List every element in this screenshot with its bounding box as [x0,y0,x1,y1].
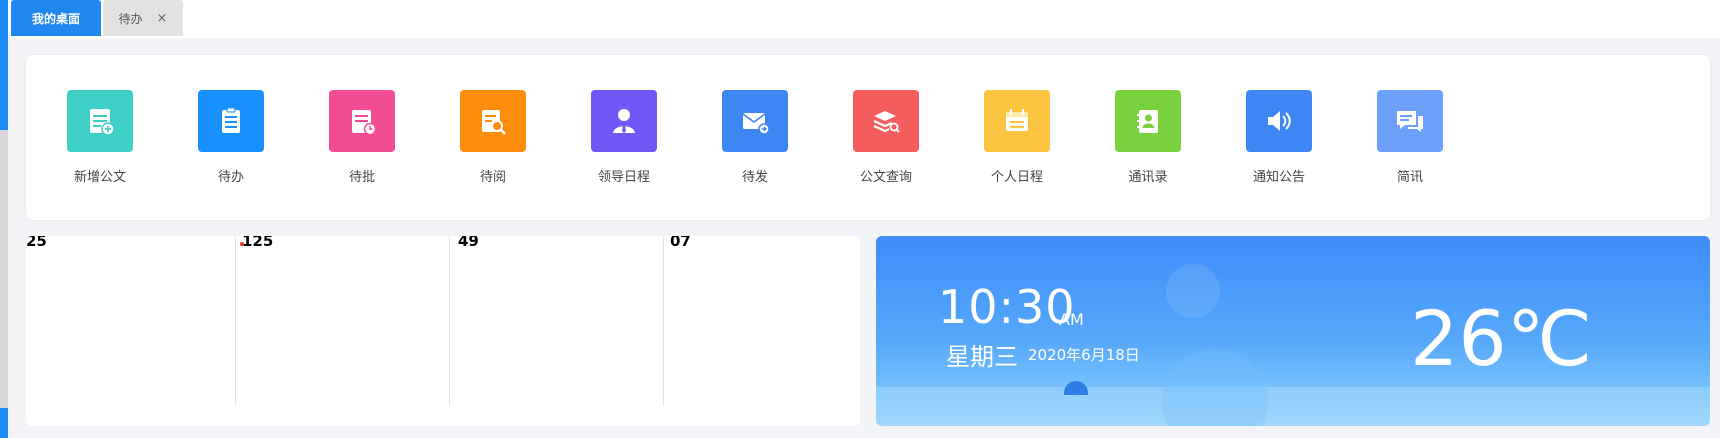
quick-link-label: 待办 [217,170,244,185]
quick-link-announcements[interactable]: 通知公告 [1219,90,1339,185]
leader-icon [591,90,657,152]
tab-todo-label: 待办 [118,11,143,26]
event-dot [240,242,244,246]
clipboard-icon [198,90,264,152]
quick-link-approve[interactable]: 待批 [302,90,422,185]
decorative-bubble [1162,348,1268,426]
quick-link-label: 待阅 [479,170,506,185]
calendar-column[interactable]: 49 [450,236,664,406]
quick-link-label: 新增公文 [73,170,126,185]
calendar-column[interactable]: 25 [26,236,236,406]
document-search-icon [853,90,919,152]
quick-link-label: 待批 [348,170,375,185]
calendar-number: 49 [458,236,479,250]
current-date: 2020年6月18日 [1028,346,1140,364]
approve-document-icon [329,90,395,152]
close-icon[interactable]: × [157,11,168,26]
quick-link-label: 领导日程 [597,170,650,185]
sun-icon [1064,381,1088,395]
scrollbar-thumb[interactable] [0,130,8,408]
tab-todo[interactable]: 待办 × [103,0,183,36]
quick-link-read[interactable]: 待阅 [433,90,553,185]
quick-link-document-search[interactable]: 公文查询 [826,90,946,185]
speaker-icon [1246,90,1312,152]
weekday: 星期三 [946,343,1018,371]
decorative-ground [876,387,1710,426]
weather-panel: 10:30 AM 星期三 2020年6月18日 26℃ [876,236,1710,426]
calendar-number: 25 [26,236,47,250]
quick-link-label: 待发 [741,170,768,185]
left-edge-panel [0,0,8,438]
message-icon [1377,90,1443,152]
quick-link-briefs[interactable]: 简讯 [1350,90,1470,185]
tab-my-desktop-label: 我的桌面 [31,11,80,26]
clock-time: 10:30 [938,280,1076,334]
calendar-number: 125 [242,236,274,250]
tab-bar: 我的桌面 待办 × [8,0,1720,38]
decorative-bubble [1166,264,1220,318]
calendar-column[interactable]: 07 [664,236,860,406]
quick-link-leader-schedule[interactable]: 领导日程 [564,90,684,185]
quick-link-label: 简讯 [1396,170,1423,185]
contacts-icon [1115,90,1181,152]
temperature: 26℃ [1410,294,1593,383]
quick-links-card: 新增公文 待办 待批 待阅 领导日程 待发 公文查询 个人日程 通讯录 通知公告… [26,55,1710,220]
calendar-number: 07 [670,236,691,250]
read-document-icon [460,90,526,152]
calendar-column[interactable]: 125 [236,236,450,406]
new-document-icon [67,90,133,152]
quick-link-new-document[interactable]: 新增公文 [40,90,160,185]
calendar-icon [984,90,1050,152]
quick-link-label: 通知公告 [1252,170,1305,185]
tab-my-desktop[interactable]: 我的桌面 [11,0,101,36]
quick-link-contacts[interactable]: 通讯录 [1088,90,1208,185]
quick-link-label: 个人日程 [990,170,1043,185]
clock-ampm: AM [1059,310,1084,329]
quick-link-label: 公文查询 [859,170,912,185]
quick-link-todo[interactable]: 待办 [171,90,291,185]
quick-link-personal-schedule[interactable]: 个人日程 [957,90,1077,185]
quick-link-label: 通讯录 [1128,170,1168,185]
send-mail-icon [722,90,788,152]
quick-link-send[interactable]: 待发 [695,90,815,185]
calendar-panel: 25 125 49 07 [26,236,860,426]
